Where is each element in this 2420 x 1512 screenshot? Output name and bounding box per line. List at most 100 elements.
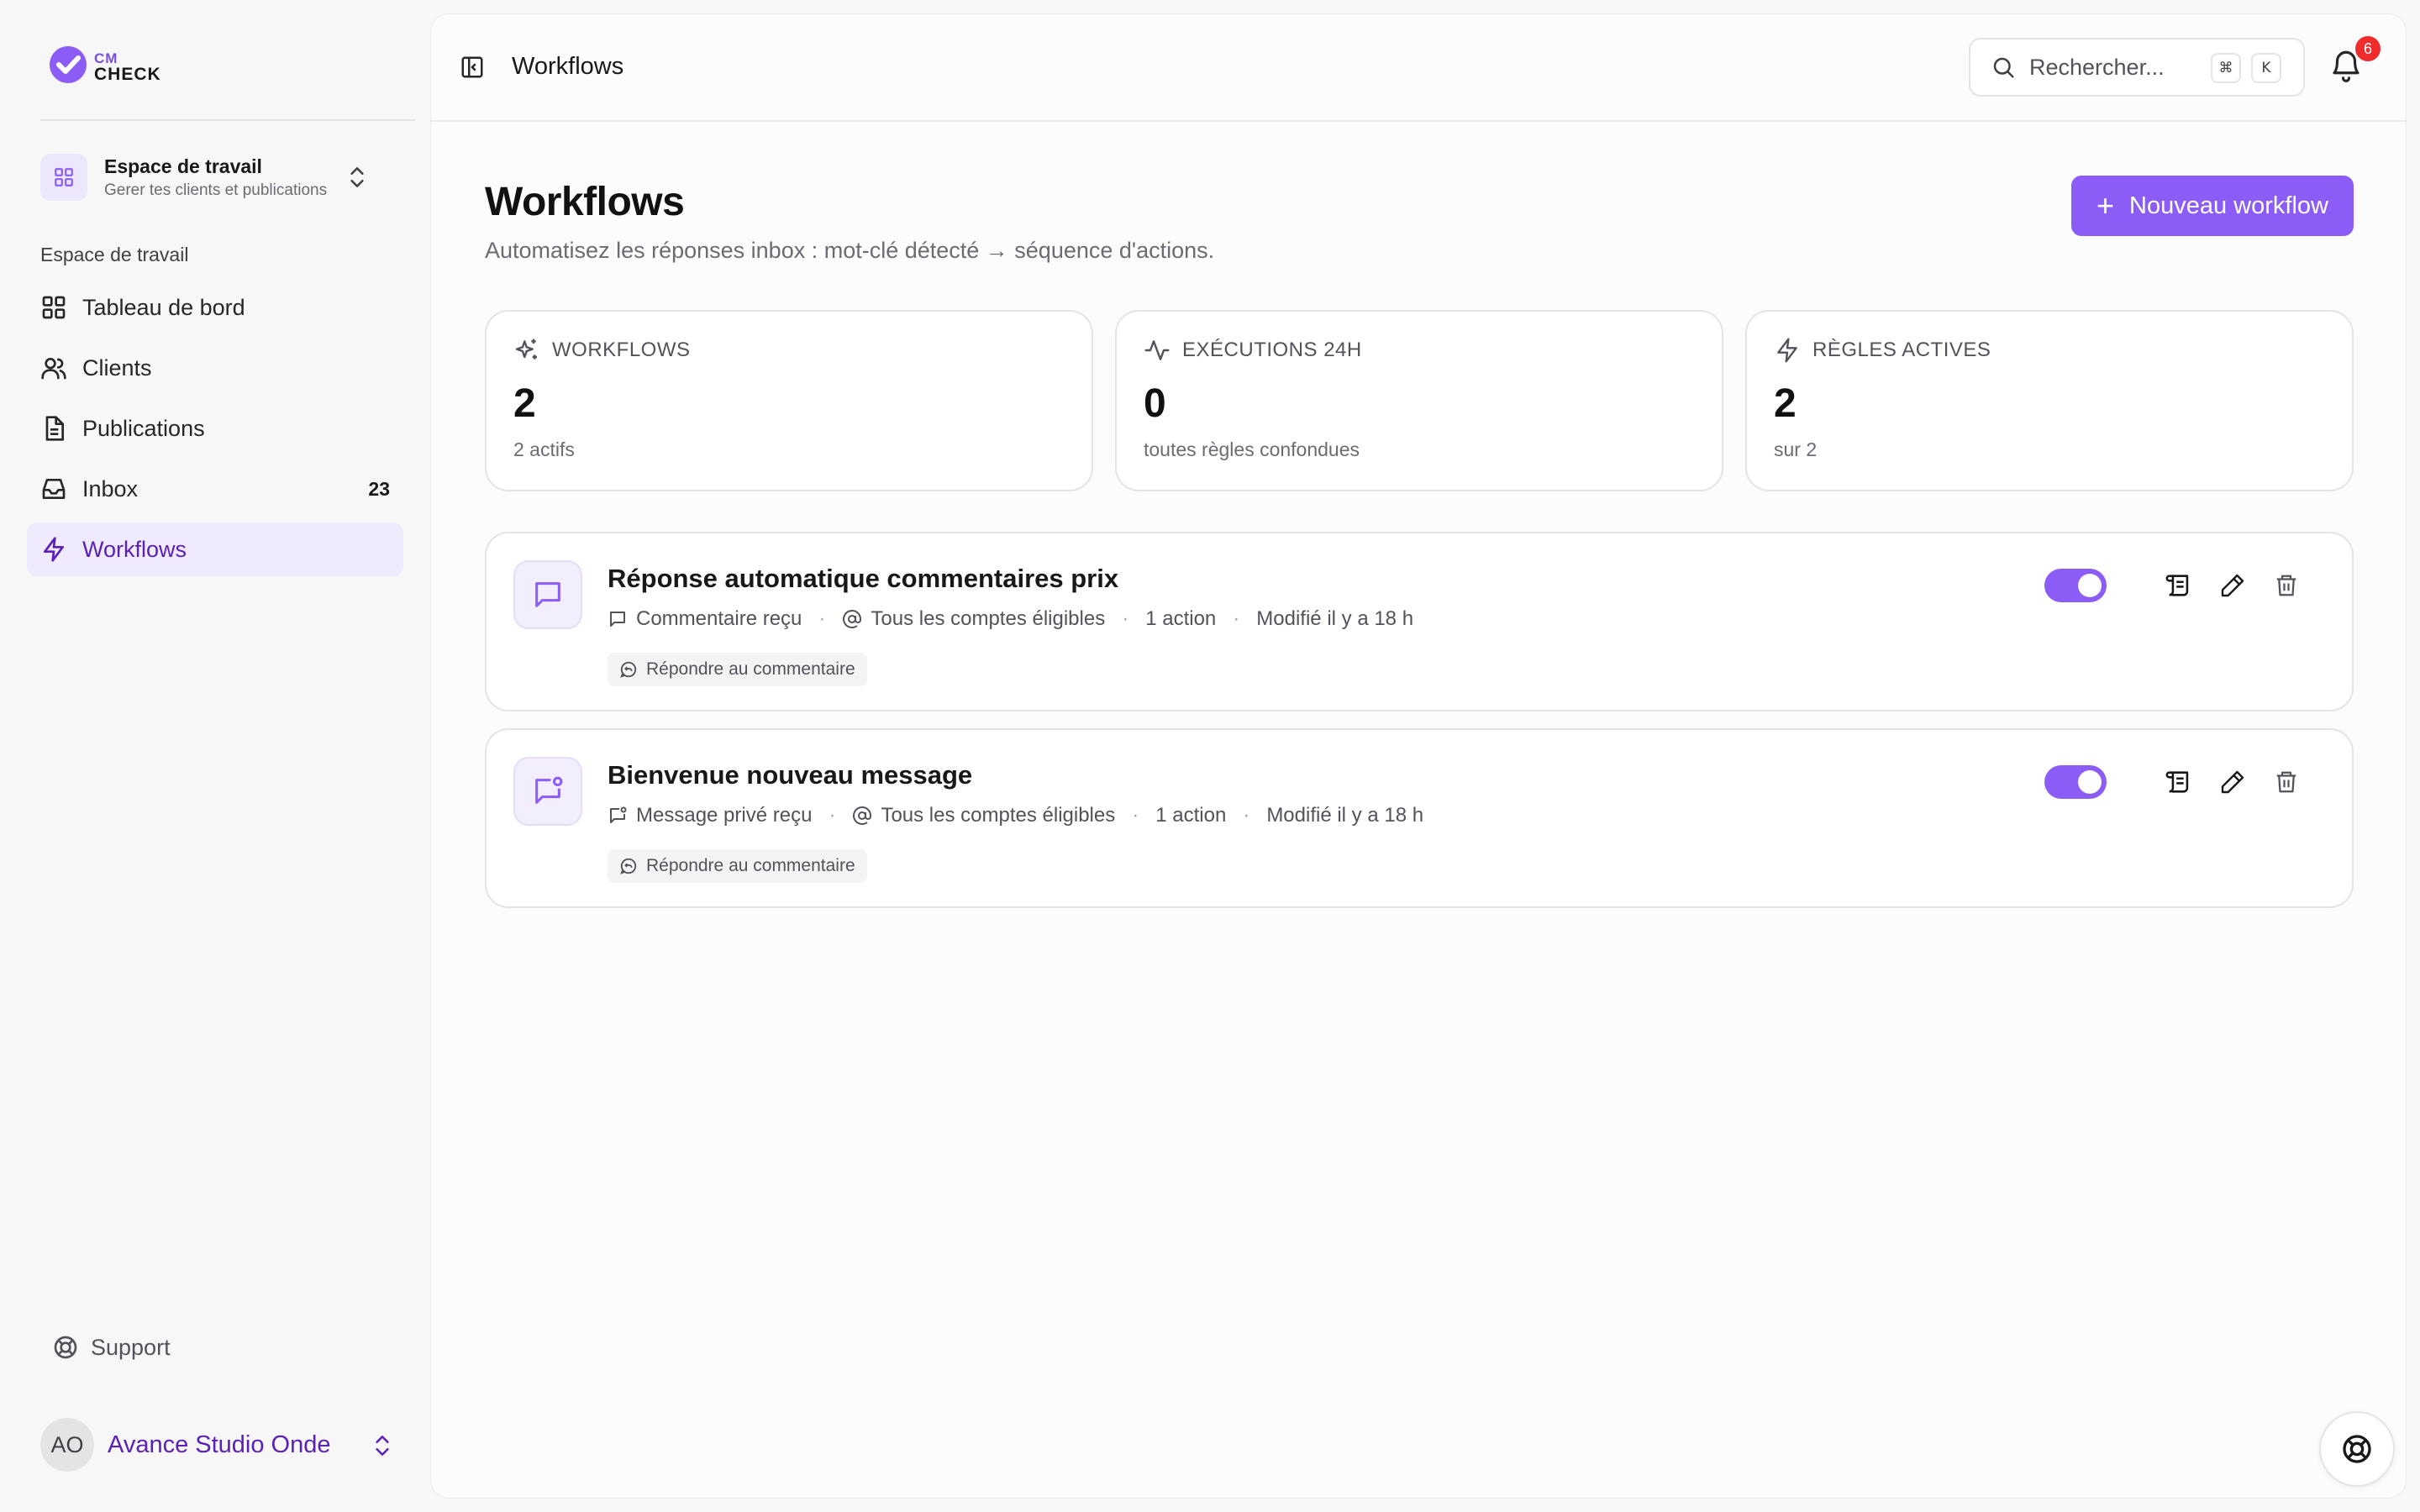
edit-button[interactable] xyxy=(2217,570,2248,601)
reply-bubble-icon xyxy=(620,858,637,874)
workflow-action-chip: Répondre au commentaire xyxy=(608,849,867,883)
lifebuoy-icon xyxy=(54,1336,77,1359)
message-square-icon xyxy=(513,560,582,629)
chip-label: Répondre au commentaire xyxy=(646,856,855,875)
page-subtitle: Automatisez les réponses inbox : mot-clé… xyxy=(485,238,1215,263)
activity-icon xyxy=(1144,340,1170,360)
new-workflow-button[interactable]: + Nouveau workflow xyxy=(2071,176,2354,236)
new-workflow-label: Nouveau workflow xyxy=(2129,192,2328,219)
account-name: Avance Studio Onde xyxy=(108,1431,331,1458)
message-dot-icon xyxy=(513,757,582,826)
workflow-card[interactable]: Réponse automatique commentaires prix Co… xyxy=(485,532,2354,711)
meta-separator: · xyxy=(1132,804,1139,827)
inbox-count-badge: 23 xyxy=(368,477,390,500)
workflow-action-count: 1 action xyxy=(1145,607,1217,630)
users-icon xyxy=(41,358,66,380)
search-icon xyxy=(1993,57,2014,78)
workflow-title: Réponse automatique commentaires prix xyxy=(608,564,1119,593)
workflow-meta: Commentaire reçu · Tous les comptes élig… xyxy=(608,607,1413,631)
meta-separator: · xyxy=(829,804,836,827)
workflow-card[interactable]: Bienvenue nouveau message Message privé … xyxy=(485,728,2354,908)
sidebar-nav: Tableau de bord Clients Publications Inb… xyxy=(27,281,403,583)
help-button[interactable] xyxy=(2319,1411,2395,1487)
meta-separator: · xyxy=(1233,607,1240,630)
chevron-up-down-icon xyxy=(376,1436,389,1456)
comment-icon xyxy=(610,612,625,627)
main-panel: Workflows ⌘ K 6 Workflows Automatisez le… xyxy=(430,13,2407,1499)
brand-bottom: CHECK xyxy=(94,65,161,84)
workflow-trigger: Commentaire reçu xyxy=(636,607,802,630)
sparkles-icon xyxy=(515,339,537,360)
nav-section-label: Espace de travail xyxy=(40,244,189,265)
support-label: Support xyxy=(91,1334,171,1360)
stat-value: 2 xyxy=(1774,381,1797,426)
scroll-icon xyxy=(2165,771,2189,793)
sidebar-toggle-button[interactable] xyxy=(460,55,485,80)
message-dot-icon xyxy=(610,806,627,823)
workflow-modified: Modifié il y a 18 h xyxy=(1256,607,1414,630)
meta-separator: · xyxy=(1122,607,1129,630)
sidebar-item-clients[interactable]: Clients xyxy=(27,341,403,395)
support-link[interactable]: Support xyxy=(52,1334,171,1361)
notifications-badge: 6 xyxy=(2355,36,2381,61)
sidebar-item-publications[interactable]: Publications xyxy=(27,402,403,455)
sidebar-item-label: Inbox xyxy=(82,475,139,501)
edit-button[interactable] xyxy=(2217,767,2248,797)
shortcut-cmd-key: ⌘ xyxy=(2211,53,2241,83)
topbar: Workflows ⌘ K 6 xyxy=(431,14,2406,122)
workflow-actions xyxy=(2044,765,2302,799)
brand-top: CM xyxy=(94,50,118,66)
inbox-icon xyxy=(42,479,66,499)
workflow-modified: Modifié il y a 18 h xyxy=(1266,804,1424,827)
workflow-action-chip: Répondre au commentaire xyxy=(608,653,867,686)
document-icon xyxy=(45,416,64,441)
sidebar-item-label: Workflows xyxy=(82,536,187,562)
stat-label: WORKFLOWS xyxy=(552,339,691,361)
sidebar-item-inbox[interactable]: Inbox 23 xyxy=(27,462,403,516)
sidebar-item-label: Publications xyxy=(82,415,205,441)
trash-icon xyxy=(2276,575,2296,596)
stats-row: WORKFLOWS 2 2 actifs EXÉCUTIONS 24H 0 to… xyxy=(485,310,2354,491)
stat-note: sur 2 xyxy=(1774,438,1818,460)
page-title: Workflows xyxy=(485,180,685,224)
sidebar-item-dashboard[interactable]: Tableau de bord xyxy=(27,281,403,334)
workflow-meta: Message privé reçu · Tous les comptes él… xyxy=(608,804,1423,827)
stat-note: 2 actifs xyxy=(513,438,575,460)
sidebar-divider xyxy=(40,119,415,121)
brand-logo[interactable]: CM CHECK xyxy=(47,44,161,86)
plus-icon: + xyxy=(2096,188,2115,223)
sidebar-item-workflows[interactable]: Workflows xyxy=(27,522,403,576)
check-logo-icon xyxy=(50,46,87,83)
workflow-enabled-toggle[interactable] xyxy=(2044,569,2107,602)
workflow-enabled-toggle[interactable] xyxy=(2044,765,2107,799)
trash-icon xyxy=(2276,771,2296,793)
workflow-accounts: Tous les comptes éligibles xyxy=(881,804,1116,827)
delete-button[interactable] xyxy=(2271,570,2302,601)
stat-card-executions: EXÉCUTIONS 24H 0 toutes règles confondue… xyxy=(1115,310,1723,491)
sidebar-item-label: Clients xyxy=(82,354,152,381)
meta-separator: · xyxy=(1243,804,1250,827)
stat-label: RÈGLES ACTIVES xyxy=(1812,339,1991,361)
account-switcher[interactable]: AO Avance Studio Onde xyxy=(40,1418,393,1472)
meta-separator: · xyxy=(818,607,826,630)
logs-button[interactable] xyxy=(2164,767,2194,797)
search-box[interactable]: ⌘ K xyxy=(1969,38,2305,97)
pencil-icon xyxy=(2221,574,2244,597)
at-sign-icon xyxy=(843,610,862,628)
workspace-switcher[interactable]: Espace de travail Gerer tes clients et p… xyxy=(40,148,402,207)
breadcrumb: Workflows xyxy=(512,53,624,80)
chip-label: Répondre au commentaire xyxy=(646,659,855,679)
search-input[interactable] xyxy=(2029,54,2214,81)
logs-button[interactable] xyxy=(2164,570,2194,601)
avatar: AO xyxy=(40,1418,94,1472)
scroll-icon xyxy=(2165,575,2189,596)
delete-button[interactable] xyxy=(2271,767,2302,797)
workflow-title: Bienvenue nouveau message xyxy=(608,760,973,790)
lifebuoy-icon xyxy=(2343,1435,2371,1463)
reply-bubble-icon xyxy=(620,661,637,678)
stat-value: 0 xyxy=(1144,381,1166,426)
pencil-icon xyxy=(2221,770,2244,794)
stat-card-active-rules: RÈGLES ACTIVES 2 sur 2 xyxy=(1745,310,2354,491)
sidebar-item-label: Tableau de bord xyxy=(82,294,245,320)
grid-icon xyxy=(40,154,87,201)
